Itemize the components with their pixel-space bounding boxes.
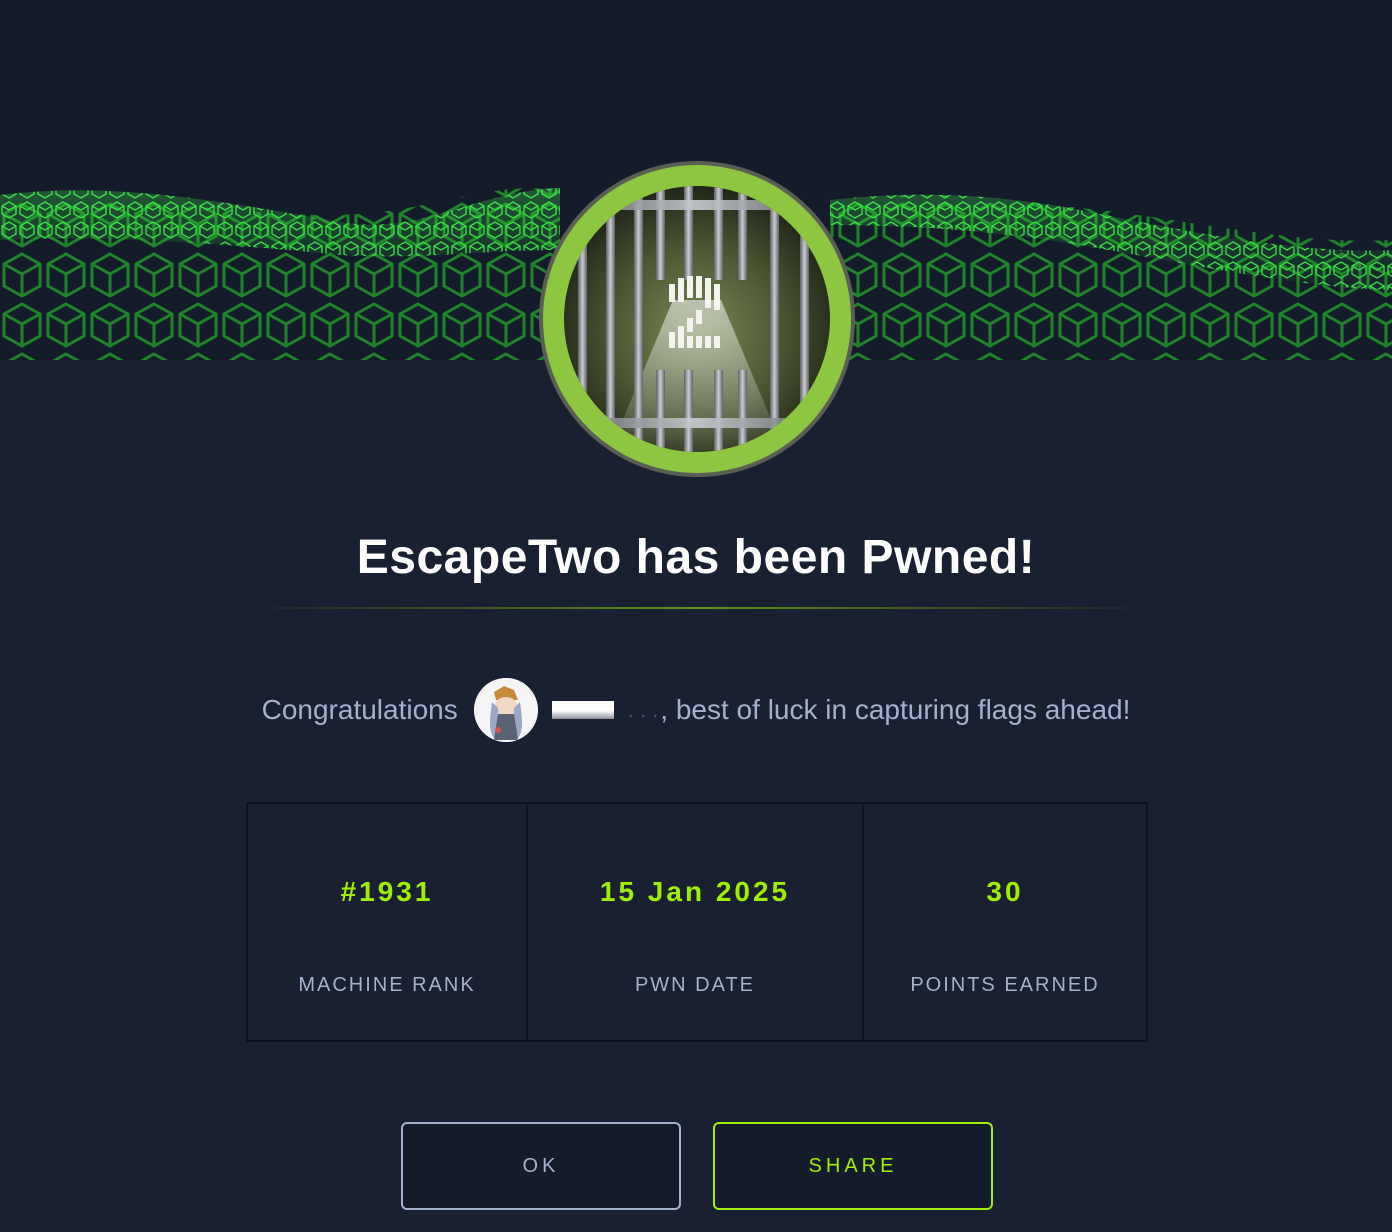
title-divider [246,607,1152,609]
points-earned-value: 30 [986,876,1024,907]
content-background [0,360,1392,1232]
machine-rank-value: #1931 [340,876,434,907]
machine-rank-label: MACHINE RANK [298,974,476,996]
points-earned-label: POINTS EARNED [910,974,1100,996]
machine-badge [538,160,856,478]
congrats-prefix: Congratulations [261,694,458,725]
anime-character-avatar-icon [473,678,538,742]
stat-points-earned: 30 POINTS EARNED [862,804,1146,1040]
username-remnant: . . . [627,697,659,722]
jail-cell-icon [539,161,855,477]
ok-button[interactable]: OK [401,1122,681,1210]
user-avatar [473,678,538,742]
stat-pwn-date: 15 Jan 2025 PWN DATE [526,804,862,1040]
congrats-suffix: , best of luck in capturing flags ahead! [660,694,1131,725]
pwn-date-value: 15 Jan 2025 [599,876,791,907]
congratulations-message: Congratulations . . . , best of luck in … [0,672,1392,748]
stat-machine-rank: #1931 MACHINE RANK [248,804,526,1040]
pwn-date-label: PWN DATE [634,974,756,996]
redacted-username [551,701,614,719]
page-title: EscapeTwo has been Pwned! [356,531,1036,584]
share-button[interactable]: SHARE [713,1122,993,1210]
stats-panel: #1931 MACHINE RANK 15 Jan 2025 PWN DATE … [246,802,1148,1042]
